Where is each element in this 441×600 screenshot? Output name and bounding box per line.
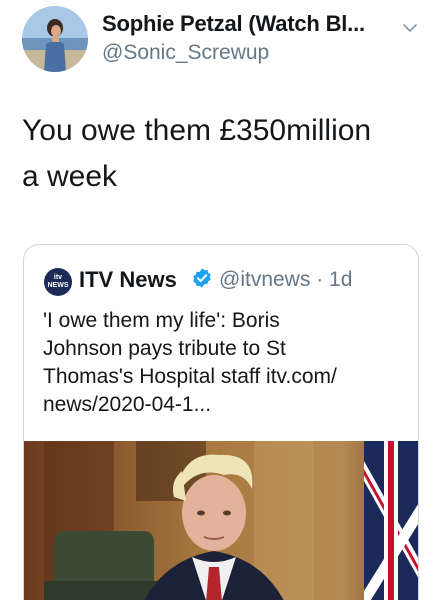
- quoted-text-line: news/2020-04-1...: [43, 393, 212, 416]
- user-handle[interactable]: @Sonic_Screwup: [102, 41, 269, 65]
- tweet-text-line: You owe them £350million: [22, 114, 372, 147]
- avatar-photo: [22, 6, 88, 72]
- tweet[interactable]: Sophie Petzal (Watch Bl... @Sonic_Screwu…: [0, 0, 441, 600]
- display-name[interactable]: Sophie Petzal (Watch Bl...: [102, 11, 365, 37]
- quoted-text-line: 'I owe them my life': Boris: [43, 309, 280, 332]
- quoted-text-line: Johnson pays tribute to St: [43, 337, 286, 360]
- tweet-text-line: a week: [22, 160, 118, 193]
- quoted-media-image[interactable]: [24, 441, 418, 600]
- meta-separator: ·: [316, 268, 324, 291]
- boris-johnson-photo: [24, 441, 418, 600]
- chevron-down-icon[interactable]: [402, 22, 418, 34]
- quoted-display-name: ITV News: [79, 267, 177, 292]
- quoted-timestamp: 1d: [329, 268, 353, 291]
- tweet-text: You owe them £350million a week: [22, 108, 422, 200]
- quoted-tweet-text: 'I owe them my life': Boris Johnson pays…: [43, 307, 408, 419]
- verified-badge-icon: [193, 268, 211, 288]
- quoted-handle: @itvnews: [219, 268, 311, 291]
- quoted-text-line: Thomas's Hospital staff itv.com/: [43, 365, 337, 388]
- itv-news-logo[interactable]: itv NEWS: [44, 268, 72, 296]
- quoted-tweet-card[interactable]: itv NEWS ITV News @itvnews · 1d 'I owe th…: [23, 244, 419, 600]
- avatar[interactable]: [22, 6, 88, 72]
- quoted-meta: @itvnews · 1d: [219, 268, 352, 292]
